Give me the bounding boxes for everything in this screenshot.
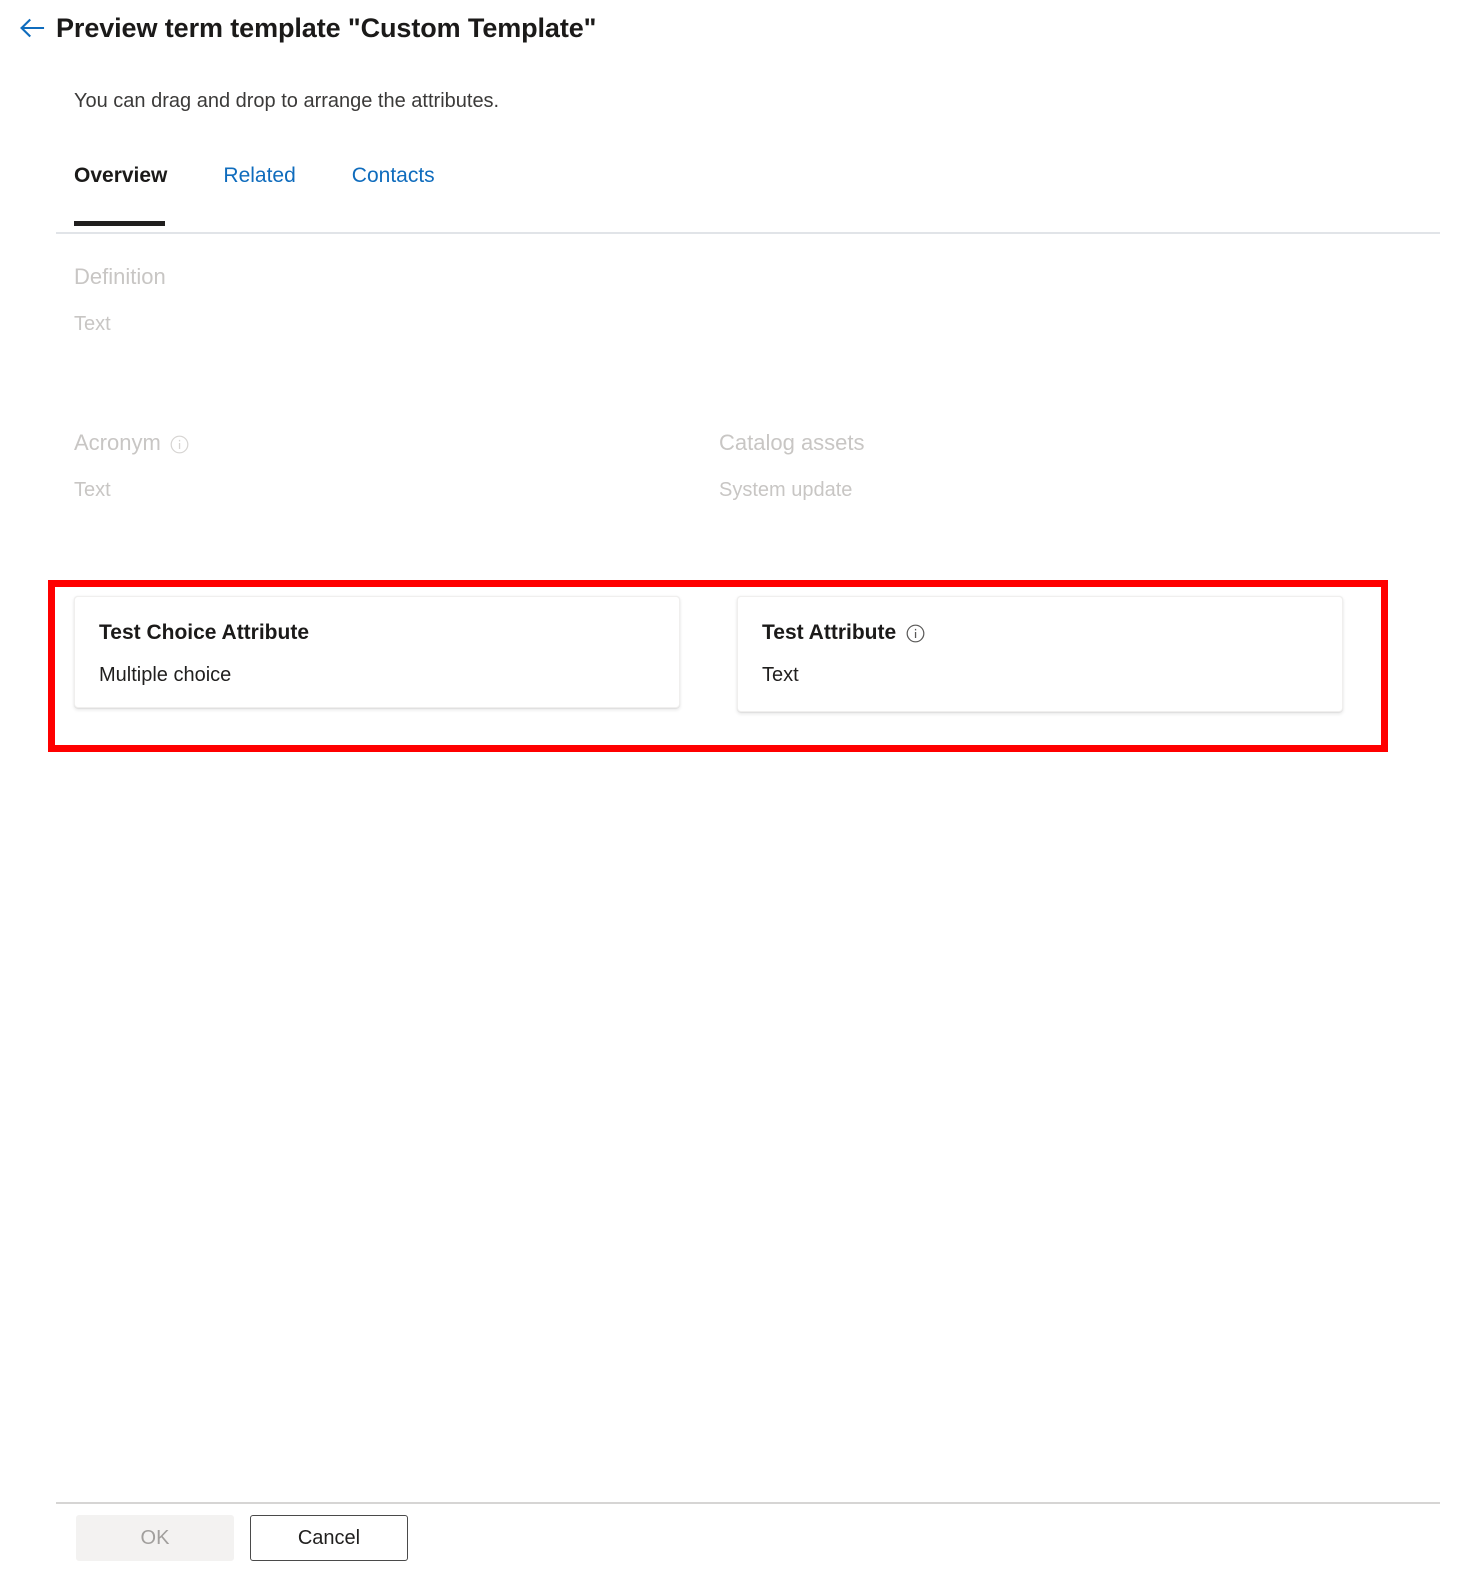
attribute-card-value: Text <box>762 662 1318 688</box>
tab-overview-label: Overview <box>74 164 167 187</box>
field-acronym: Acronym Text <box>74 428 189 503</box>
field-catalog-assets-label-text: Catalog assets <box>719 428 865 458</box>
footer-actions: OK Cancel <box>76 1515 408 1561</box>
field-row-definition: Definition Text <box>0 262 1460 428</box>
info-circle-icon[interactable] <box>906 624 925 643</box>
instruction-text: You can drag and drop to arrange the att… <box>74 90 499 113</box>
attribute-card-test-attribute[interactable]: Test Attribute Text <box>737 596 1343 712</box>
attribute-card-title-text: Test Choice Attribute <box>99 619 309 646</box>
field-definition-label-text: Definition <box>74 262 166 292</box>
back-arrow-icon[interactable] <box>14 10 50 46</box>
field-catalog-assets-label: Catalog assets <box>719 428 865 458</box>
ok-button[interactable]: OK <box>76 1515 234 1561</box>
field-definition-value: Text <box>74 311 166 337</box>
field-row-acronym-catalog: Acronym Text Catalog assets System updat… <box>0 428 1460 594</box>
field-definition: Definition Text <box>74 262 166 337</box>
field-acronym-label: Acronym <box>74 428 189 458</box>
attribute-card-title: Test Attribute <box>762 619 1318 646</box>
info-circle-icon[interactable] <box>170 435 189 454</box>
custom-attribute-cards: Test Choice Attribute Multiple choice Te… <box>0 596 1460 736</box>
tab-related[interactable]: Related <box>223 160 295 188</box>
attribute-card-test-choice-attribute[interactable]: Test Choice Attribute Multiple choice <box>74 596 680 708</box>
field-catalog-assets-value: System update <box>719 477 865 503</box>
tab-overview[interactable]: Overview <box>74 160 167 188</box>
page-header: Preview term template "Custom Template" <box>0 0 1460 56</box>
field-acronym-value: Text <box>74 477 189 503</box>
tab-related-label: Related <box>223 164 295 187</box>
tab-bar: Overview Related Contacts <box>56 160 1440 234</box>
static-attribute-fields: Definition Text Acronym Text Catalog <box>0 262 1460 594</box>
cancel-button[interactable]: Cancel <box>250 1515 408 1561</box>
tab-bar-divider <box>56 232 1440 234</box>
field-catalog-assets: Catalog assets System update <box>719 428 865 503</box>
attribute-card-title-text: Test Attribute <box>762 619 896 646</box>
tab-contacts-label: Contacts <box>352 164 435 187</box>
field-definition-label: Definition <box>74 262 166 292</box>
field-acronym-label-text: Acronym <box>74 428 161 458</box>
tab-contacts[interactable]: Contacts <box>352 160 435 188</box>
attribute-card-value: Multiple choice <box>99 662 655 688</box>
attribute-card-title: Test Choice Attribute <box>99 619 655 646</box>
page-title: Preview term template "Custom Template" <box>56 13 596 44</box>
footer-divider <box>56 1502 1440 1504</box>
